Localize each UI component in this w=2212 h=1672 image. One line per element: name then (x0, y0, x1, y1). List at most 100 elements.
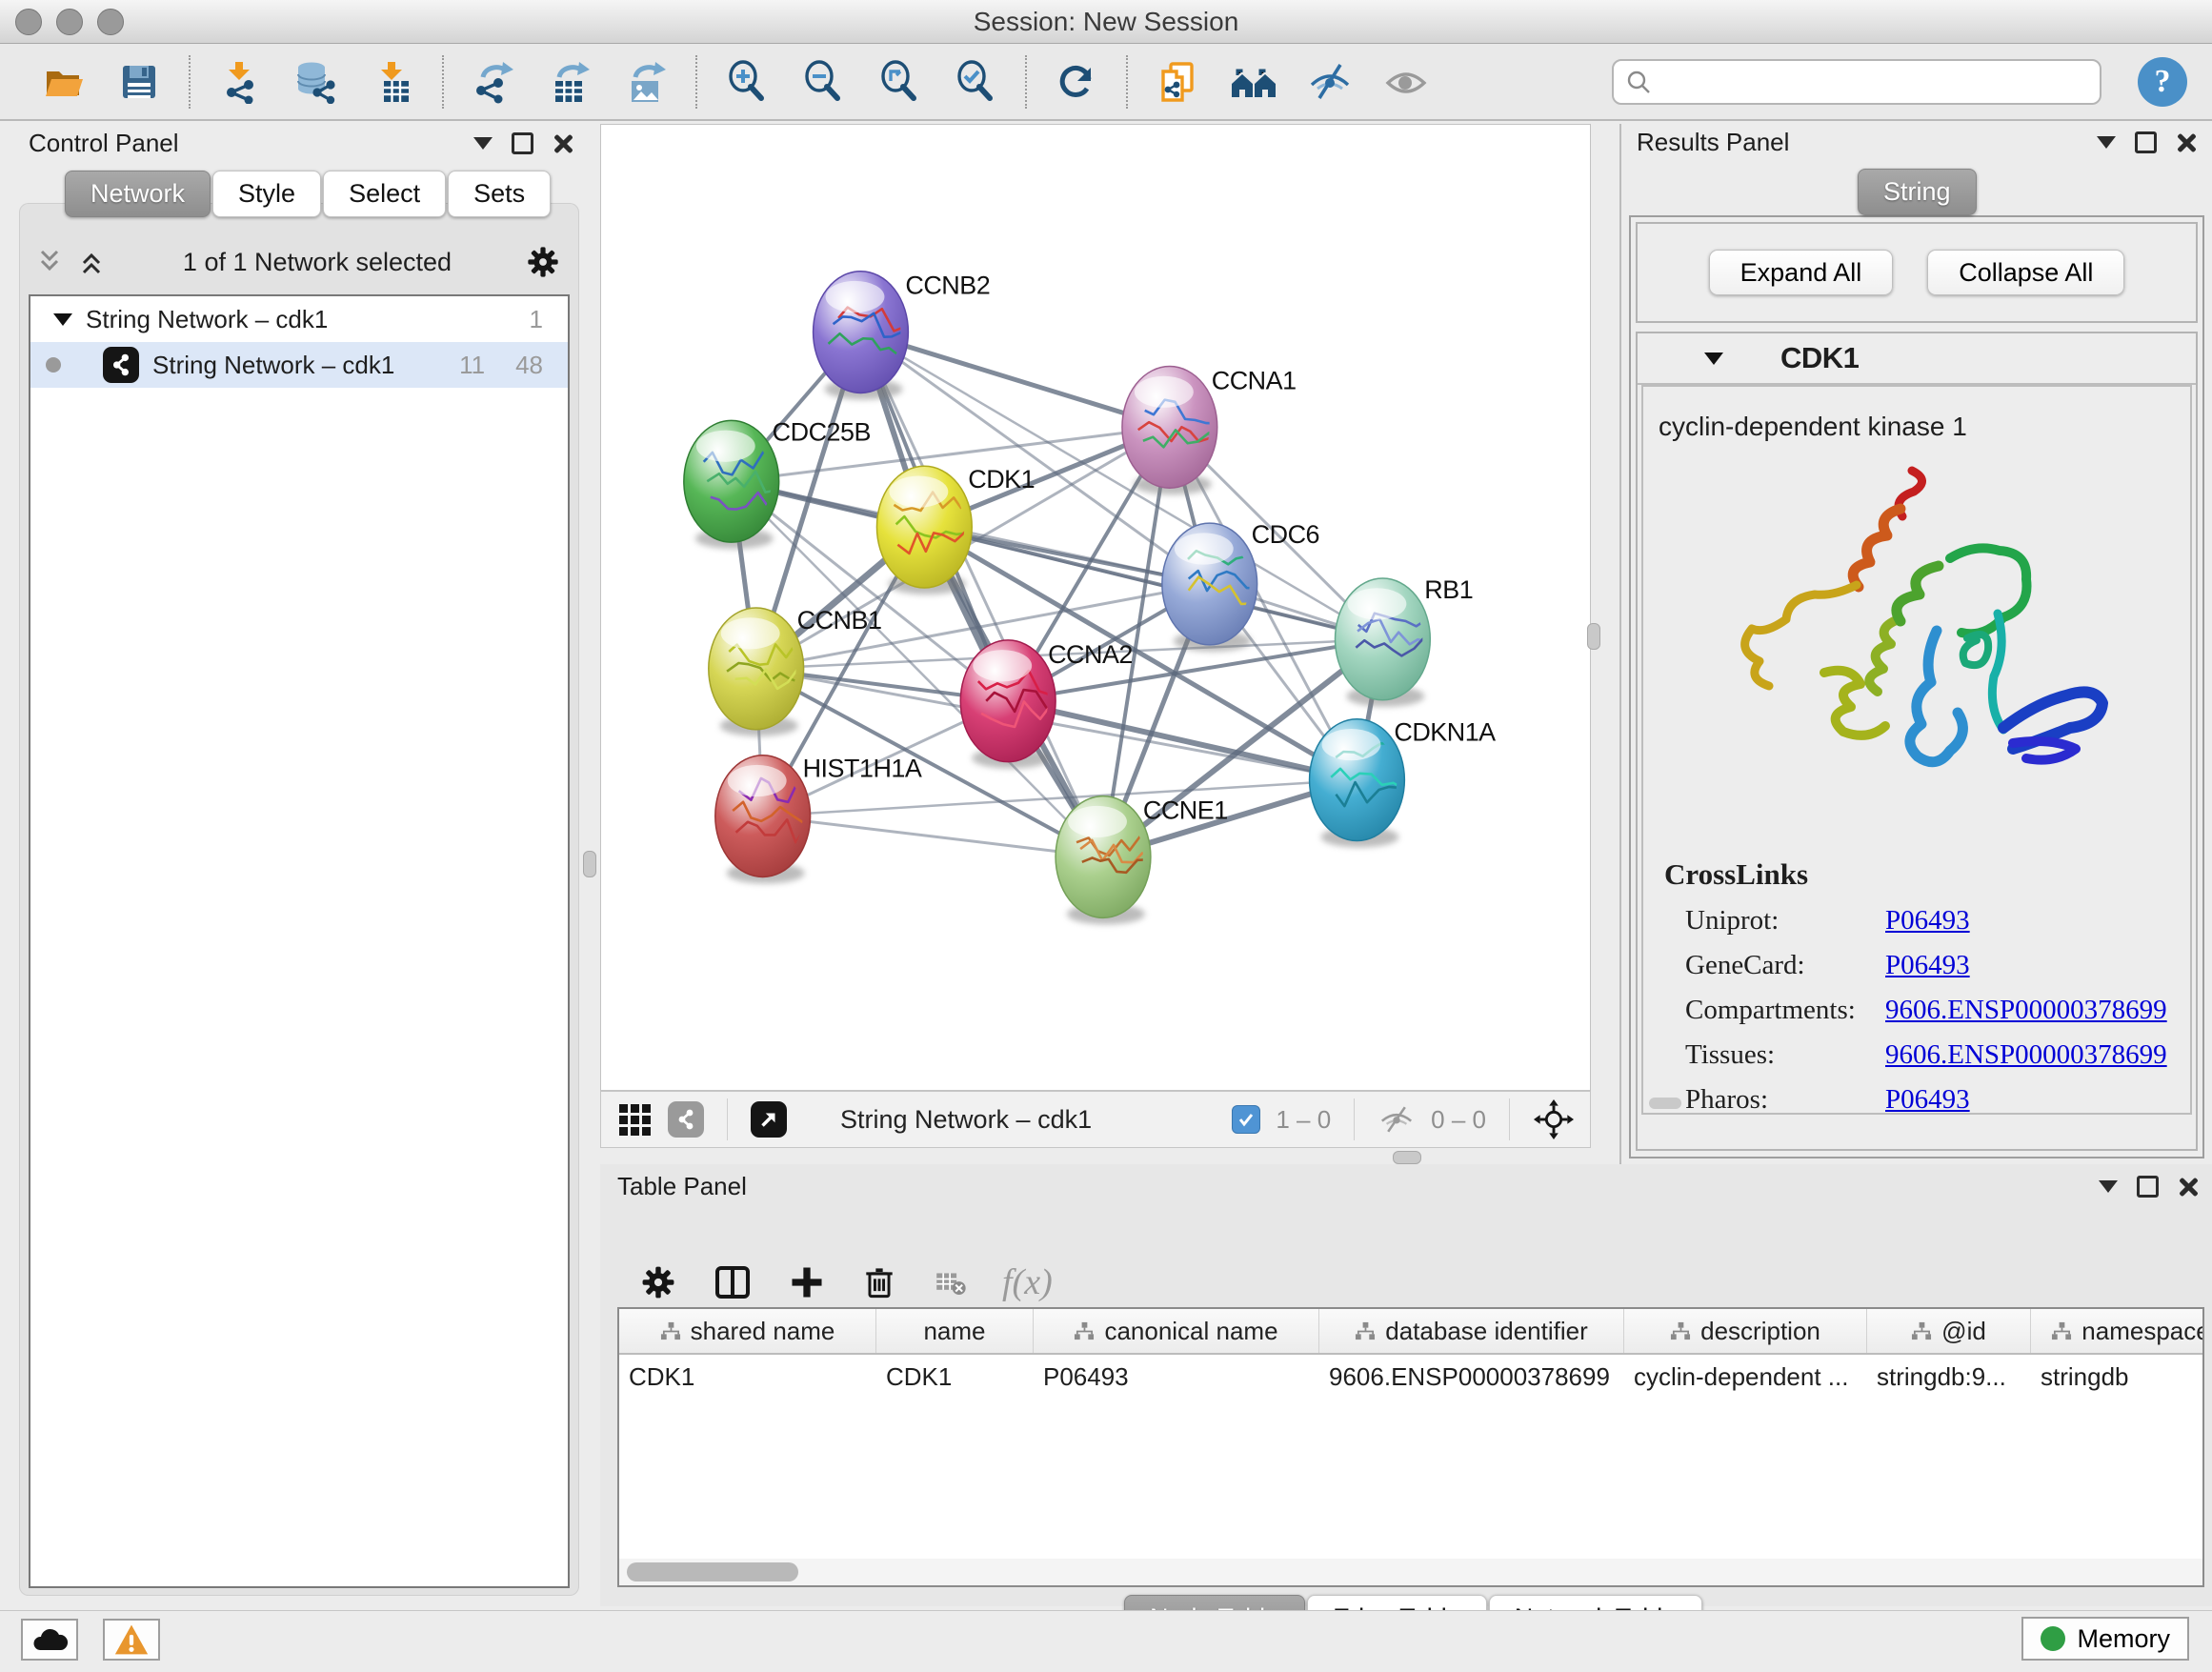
table-panel-title: Table Panel (617, 1172, 747, 1201)
show-all-button[interactable] (1379, 55, 1433, 109)
panel-float-icon[interactable] (2135, 131, 2157, 153)
table-row[interactable]: CDK1CDK1P064939606.ENSP00000378699cyclin… (619, 1355, 2202, 1399)
save-session-button[interactable] (112, 55, 166, 109)
expand-triangle-icon[interactable] (53, 313, 72, 326)
zoom-out-button[interactable] (796, 55, 850, 109)
cell[interactable]: cyclin-dependent ... (1624, 1355, 1867, 1399)
add-icon[interactable] (787, 1262, 827, 1302)
crosshair-icon[interactable] (1533, 1098, 1575, 1140)
panel-float-icon[interactable] (2137, 1176, 2159, 1198)
cloud-button[interactable] (21, 1619, 78, 1661)
help-button[interactable]: ? (2138, 57, 2187, 107)
tab-style[interactable]: Style (212, 171, 321, 217)
network-node-CDC6[interactable]: CDC6 (1162, 520, 1319, 652)
panel-close-icon[interactable] (553, 133, 573, 154)
column-header-description[interactable]: description (1624, 1309, 1867, 1353)
cell[interactable]: 9606.ENSP00000378699 (1319, 1355, 1624, 1399)
zoom-in-button[interactable] (720, 55, 774, 109)
column-header-shared-name[interactable]: shared name (619, 1309, 876, 1353)
import-table-file-button[interactable] (366, 55, 419, 109)
panel-menu-icon[interactable] (2097, 136, 2116, 149)
network-edge[interactable] (763, 816, 1103, 857)
network-row-selected[interactable]: String Network – cdk1 11 48 (30, 342, 568, 388)
status-bar: Memory (0, 1610, 2212, 1672)
copy-network-button[interactable] (1151, 55, 1204, 109)
scrollbar-thumb[interactable] (627, 1562, 798, 1581)
network-collection-row[interactable]: String Network – cdk1 1 (30, 296, 568, 342)
crosslink-link[interactable]: 9606.ENSP00000378699 (1885, 995, 2167, 1026)
network-node-CDKN1A[interactable]: CDKN1A (1310, 718, 1497, 848)
network-style-badge[interactable] (668, 1101, 704, 1138)
crosslink-link[interactable]: P06493 (1885, 950, 1970, 981)
tab-sets[interactable]: Sets (448, 171, 551, 217)
collapse-all-button[interactable]: Collapse All (1927, 250, 2124, 295)
cell[interactable]: CDK1 (876, 1355, 1034, 1399)
panel-close-icon[interactable] (2176, 132, 2197, 153)
delete-table-icon-disabled (932, 1263, 970, 1301)
tab-network[interactable]: Network (65, 171, 211, 217)
open-session-button[interactable] (36, 55, 90, 109)
expand-all-button[interactable]: Expand All (1709, 250, 1894, 295)
column-header-name[interactable]: name (876, 1309, 1034, 1353)
table-body: CDK1CDK1P064939606.ENSP00000378699cyclin… (619, 1355, 2202, 1399)
network-node-RB1[interactable]: RB1 (1336, 575, 1474, 707)
refresh-button[interactable] (1050, 55, 1103, 109)
network-node-HIST1H1A[interactable]: HIST1H1A (715, 755, 922, 884)
crosslink-link[interactable]: P06493 (1885, 1084, 1970, 1115)
protein-entry-header[interactable]: CDK1 (1638, 333, 2196, 385)
export-image-button[interactable] (619, 55, 673, 109)
grid-view-button[interactable] (616, 1101, 653, 1138)
warning-button[interactable] (103, 1619, 160, 1661)
vertical-splitter-handle[interactable] (1587, 623, 1600, 650)
column-header-database-identifier[interactable]: database identifier (1319, 1309, 1624, 1353)
horizontal-scrollbar[interactable] (617, 1559, 2204, 1587)
network-edge[interactable] (1008, 701, 1357, 780)
export-network-button[interactable] (467, 55, 520, 109)
export-table-button[interactable] (543, 55, 596, 109)
gear-icon[interactable] (638, 1262, 678, 1302)
cell[interactable]: stringdb (2031, 1355, 2204, 1399)
column-header--id[interactable]: @id (1867, 1309, 2031, 1353)
collapse-triangle-icon[interactable] (1704, 353, 1723, 365)
mini-scrollbar[interactable] (1649, 1098, 1681, 1109)
cell[interactable]: stringdb:9... (1867, 1355, 2031, 1399)
column-header-namespace[interactable]: namespace (2031, 1309, 2204, 1353)
show-columns-icon[interactable] (711, 1260, 754, 1304)
results-panel: Results Panel String Expand All Collapse… (1619, 124, 2212, 1164)
network-node-CCNB2[interactable]: CCNB2 (814, 272, 991, 400)
network-node-CCNB1[interactable]: CCNB1 (709, 606, 882, 736)
search-box (1612, 59, 2101, 105)
network-canvas[interactable]: CCNB2CCNA1CDC25BCDK1CDC6RB1CCNB1CCNA2CDK… (600, 124, 1591, 1091)
column-header-canonical-name[interactable]: canonical name (1034, 1309, 1319, 1353)
delete-icon[interactable] (859, 1262, 899, 1302)
memory-button[interactable]: Memory (2021, 1617, 2189, 1661)
hide-selected-button[interactable] (1303, 55, 1357, 109)
network-node-CCNE1[interactable]: CCNE1 (1056, 796, 1228, 925)
panel-menu-icon[interactable] (473, 137, 493, 150)
import-network-database-button[interactable] (290, 55, 343, 109)
expand-all-icon[interactable] (78, 248, 111, 276)
selected-checkbox[interactable] (1232, 1105, 1260, 1134)
cell[interactable]: P06493 (1034, 1355, 1319, 1399)
crosslink-link[interactable]: 9606.ENSP00000378699 (1885, 1039, 2167, 1071)
horizontal-splitter-handle[interactable] (1393, 1151, 1421, 1164)
vertical-splitter-handle[interactable] (583, 851, 596, 877)
panel-close-icon[interactable] (2178, 1177, 2199, 1198)
search-input[interactable] (1659, 66, 2088, 97)
memory-status-dot (2041, 1626, 2065, 1651)
zoom-selected-button[interactable] (949, 55, 1002, 109)
tab-select[interactable]: Select (323, 171, 446, 217)
cell[interactable]: CDK1 (619, 1355, 876, 1399)
import-network-file-button[interactable] (213, 55, 267, 109)
birds-eye-view-button[interactable] (751, 1101, 787, 1138)
network-node-CCNA1[interactable]: CCNA1 (1122, 366, 1297, 494)
zoom-fit-button[interactable] (873, 55, 926, 109)
collapse-all-icon[interactable] (36, 248, 69, 276)
tab-string[interactable]: String (1858, 169, 1977, 215)
panel-menu-icon[interactable] (2099, 1180, 2118, 1193)
gear-icon[interactable] (524, 243, 562, 281)
crosslink-link[interactable]: P06493 (1885, 905, 1970, 937)
zoom-out-icon (801, 60, 845, 104)
panel-float-icon[interactable] (512, 132, 533, 154)
first-neighbors-button[interactable] (1227, 55, 1280, 109)
